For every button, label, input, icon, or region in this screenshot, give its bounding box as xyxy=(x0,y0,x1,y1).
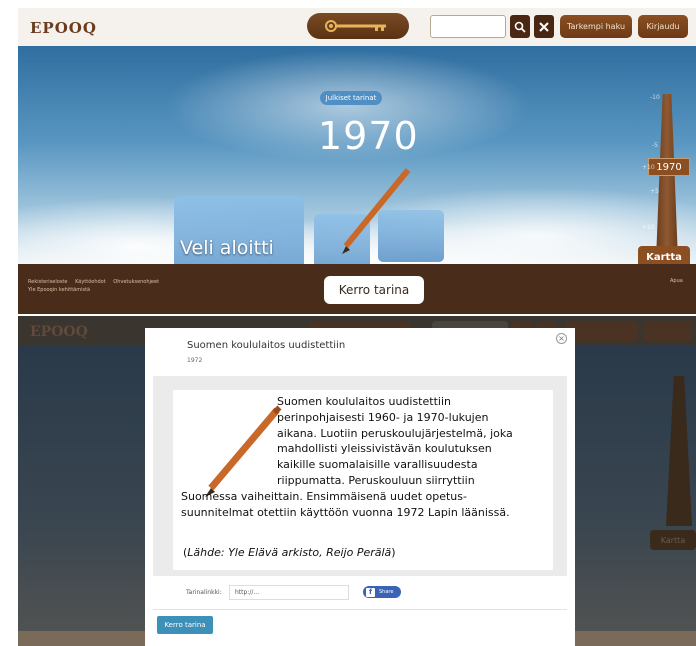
site-logo: EPOOQ xyxy=(30,324,88,340)
story-card: Suomen koululaitos uudistettiin perinpoh… xyxy=(173,390,553,570)
timeline-tick: +10 xyxy=(642,164,655,171)
source-text: Lähde: Yle Elävä arkisto, Reijo Perälä xyxy=(187,546,392,559)
source-paren: ) xyxy=(391,546,396,559)
story-link-label: Tarinalinkki: xyxy=(186,589,222,596)
tell-story-button[interactable]: Kerro tarina xyxy=(324,276,424,304)
public-stories-badge[interactable]: Julkiset tarinat xyxy=(320,91,382,105)
facebook-icon: f xyxy=(366,587,375,597)
story-body-line: Suomen koululaitos uudistettiin xyxy=(277,395,451,408)
story-link-row: Tarinalinkki: http://... f Share xyxy=(153,583,567,605)
footer-links: Rekisteriseloste Käyttöehdot Ohvetukseno… xyxy=(28,278,165,294)
login-button[interactable]: Kirjaudu xyxy=(638,15,688,38)
divider xyxy=(153,609,567,610)
story-source: (Lähde: Yle Elävä arkisto, Reijo Perälä) xyxy=(183,546,396,559)
story-body-line: riippumatta. Peruskouluun siirryttiin xyxy=(277,473,475,487)
story-body-line: kaikille suomalaisille varallisuudesta xyxy=(277,458,478,472)
search-button[interactable] xyxy=(510,15,530,38)
story-link-field[interactable]: http://... xyxy=(229,585,349,600)
timeline-track xyxy=(656,94,678,260)
clear-search-button[interactable] xyxy=(534,15,554,38)
sky-background: Julkiset tarinat 1970 Veli aloitti perus… xyxy=(18,46,696,296)
pencil-icon xyxy=(342,168,411,254)
story-content-panel: Suomen koululaitos uudistettiin perinpoh… xyxy=(153,376,567,576)
footer-link[interactable]: Rekisteriseloste xyxy=(28,279,67,285)
story-modal: Suomen koululaitos uudistettiin 1972 × S… xyxy=(145,328,575,646)
login-button xyxy=(644,321,692,341)
story-body: Suomen koululaitos uudistettiin perinpoh… xyxy=(173,394,553,520)
timeline-view: EPOOQ Tarkempi haku Kirjaudu Julkiset ta… xyxy=(18,8,696,314)
site-logo[interactable]: EPOOQ xyxy=(30,19,97,37)
close-icon xyxy=(539,21,549,32)
story-body-line: perinpohjaisesti 1960- ja 1970-lukujen xyxy=(277,410,489,424)
advanced-search-button[interactable]: Tarkempi haku xyxy=(560,15,632,38)
advanced-search-button xyxy=(566,321,638,341)
key-icon xyxy=(325,20,386,32)
search-input[interactable] xyxy=(430,15,506,38)
modal-title: Suomen koululaitos uudistettiin xyxy=(187,340,346,351)
story-body-line: aikana. Luotiin peruskoulujärjestelmä, j… xyxy=(277,426,513,440)
screenshot-root: EPOOQ Tarkempi haku Kirjaudu Julkiset ta… xyxy=(0,0,696,646)
footer-bar: Rekisteriseloste Käyttöehdot Ohvetukseno… xyxy=(18,264,696,314)
search-icon xyxy=(514,21,526,33)
footer-link[interactable]: Yle Epooqin kehittämistä xyxy=(28,287,90,293)
share-label: Share xyxy=(379,589,394,595)
timeline-tick: +5 xyxy=(650,188,659,195)
timeline-tick: -5 xyxy=(652,142,658,149)
story-title-line: Veli aloitti xyxy=(180,237,274,259)
timeline-tick: +20 xyxy=(642,224,655,231)
story-body-line: suunnitelmat otettiin käyttöön vuonna 19… xyxy=(181,505,510,519)
key-button[interactable] xyxy=(307,13,409,39)
footer-link[interactable]: Ohvetuksenohjeet xyxy=(113,279,159,285)
top-nav-bar: EPOOQ Tarkempi haku Kirjaudu xyxy=(18,8,696,46)
timeline-slider[interactable] xyxy=(644,94,688,260)
current-year: 1970 xyxy=(318,114,419,158)
story-body-line: mahdollisti yleissivistävän koulutuksen xyxy=(277,442,492,456)
help-link[interactable]: Apua xyxy=(670,278,683,284)
timeline-tick: -10 xyxy=(650,94,660,101)
footer-link[interactable]: Käyttöehdot xyxy=(75,279,106,285)
story-body-line: Suomessa vaiheittain. Ensimmäisenä uudet… xyxy=(181,489,467,503)
map-button: Kartta xyxy=(650,530,696,550)
facebook-share-button[interactable]: f Share xyxy=(363,586,401,598)
tell-story-button[interactable]: Kerro tarina xyxy=(157,616,213,634)
modal-year: 1972 xyxy=(187,357,203,364)
close-circle-icon[interactable]: × xyxy=(556,333,567,344)
